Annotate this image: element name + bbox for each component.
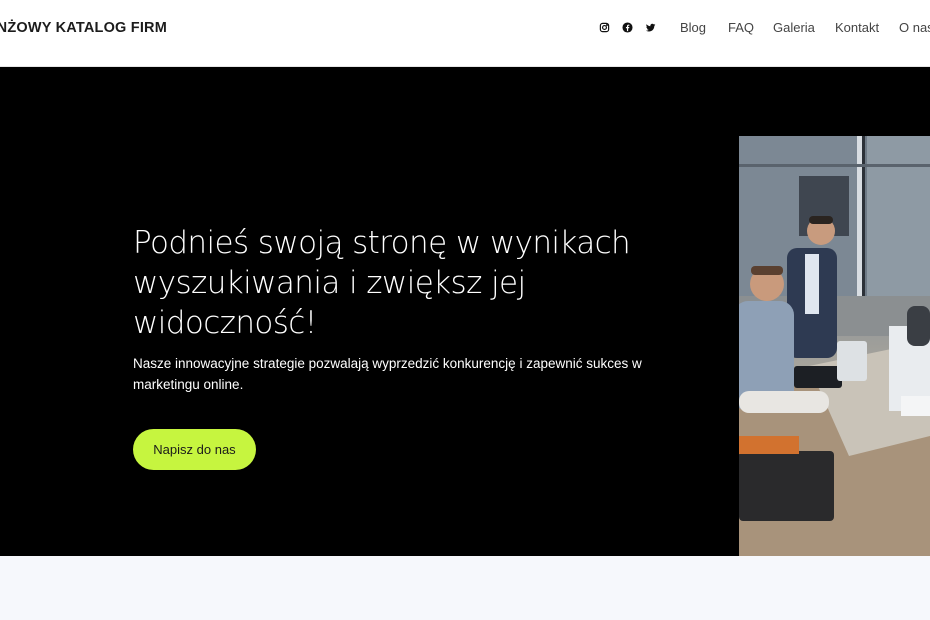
facebook-icon[interactable] — [621, 21, 634, 34]
office-meeting-illustration — [739, 136, 930, 556]
social-links — [598, 21, 657, 34]
nav-kontakt[interactable]: Kontakt — [835, 20, 899, 35]
nav-faq[interactable]: FAQ — [728, 20, 773, 35]
next-section — [0, 556, 930, 620]
nav-galeria[interactable]: Galeria — [773, 20, 835, 35]
nav-o-nas[interactable]: O nas — [899, 20, 930, 35]
twitter-icon[interactable] — [644, 21, 657, 34]
site-header: ANŻOWY KATALOG FIRM Blog FAQ Galeria Kon… — [0, 0, 930, 67]
main-nav: Blog FAQ Galeria Kontakt O nas — [680, 20, 930, 35]
nav-blog[interactable]: Blog — [680, 20, 728, 35]
hero-title: Podnieś swoją stronę w wynikach wyszukiw… — [133, 225, 631, 341]
site-logo[interactable]: ANŻOWY KATALOG FIRM — [0, 20, 167, 36]
hero-section: Podnieś swoją stronę w wynikach wyszukiw… — [0, 67, 930, 556]
hero-photo — [739, 136, 930, 556]
hero-subtitle: Nasze innowacyjne strategie pozwalają wy… — [133, 356, 642, 392]
contact-button[interactable]: Napisz do nas — [133, 429, 256, 470]
instagram-icon[interactable] — [598, 21, 611, 34]
